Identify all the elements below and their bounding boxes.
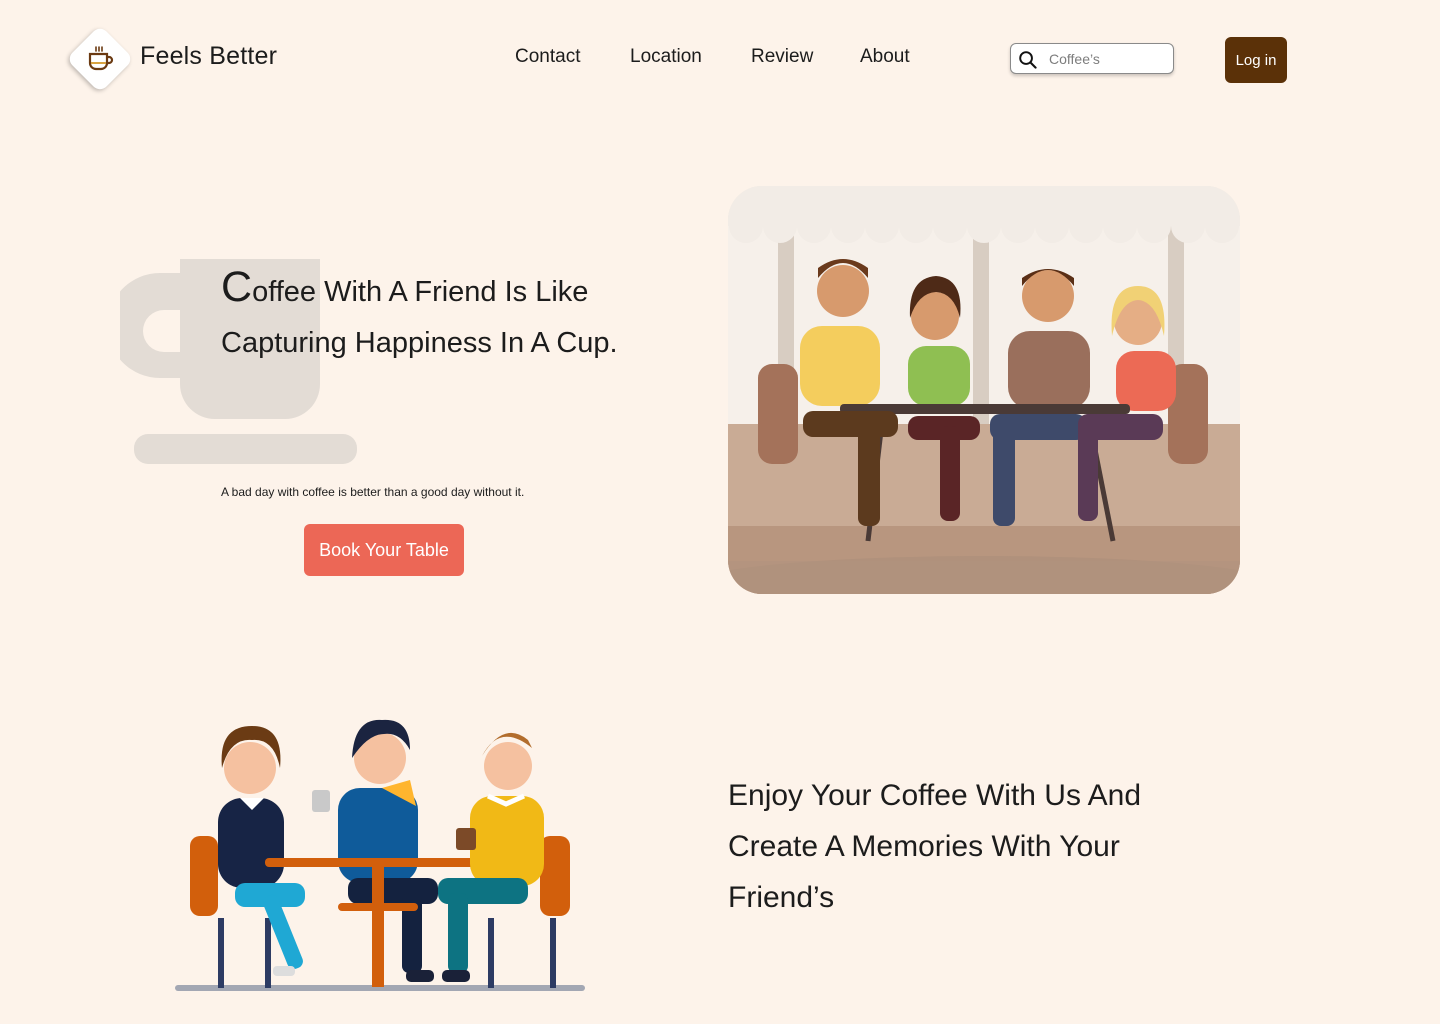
brand-name[interactable]: Feels Better xyxy=(140,42,277,71)
site-header: Feels Better Contact Location Review Abo… xyxy=(0,0,1440,120)
nav-contact[interactable]: Contact xyxy=(515,46,580,68)
nav-review[interactable]: Review xyxy=(751,46,813,68)
feature-text: Enjoy Your Coffee With Us And Create A M… xyxy=(728,779,1142,914)
nav-about[interactable]: About xyxy=(860,46,910,68)
coffee-cup-icon[interactable] xyxy=(82,41,118,77)
friends-table-illustration xyxy=(170,718,590,998)
hero-title: Coffee With A Friend Is Like Capturing H… xyxy=(221,262,641,369)
book-table-button[interactable]: Book Your Table xyxy=(304,524,464,576)
search-icon[interactable] xyxy=(1018,50,1037,69)
search-input[interactable] xyxy=(1049,48,1167,69)
hero-tagline: A bad day with coffee is better than a g… xyxy=(221,485,525,499)
hero-title-initial: C xyxy=(221,263,253,311)
nav-location[interactable]: Location xyxy=(630,46,702,68)
hero-title-text: offee With A Friend Is Like Capturing Ha… xyxy=(221,276,618,359)
cafe-friends-illustration xyxy=(728,186,1240,594)
search-box xyxy=(1010,43,1174,74)
login-button[interactable]: Log in xyxy=(1225,37,1287,83)
